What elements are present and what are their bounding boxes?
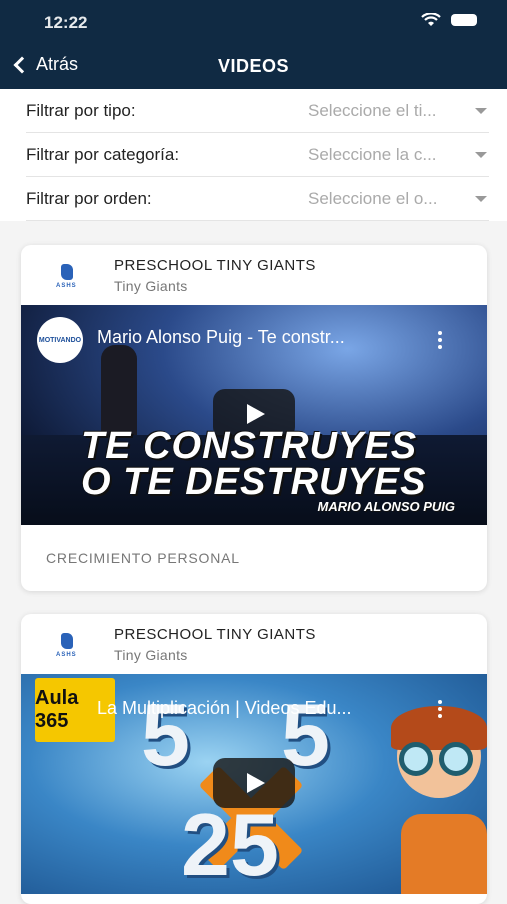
video-number: 25: [181, 795, 279, 894]
card-title: PRESCHOOL TINY GIANTS: [114, 626, 316, 643]
more-options-icon[interactable]: [438, 700, 442, 721]
filter-category-select[interactable]: Seleccione la c...: [308, 145, 488, 165]
filter-category-label: Filtrar por categoría:: [26, 145, 180, 164]
video-overlay-name: MARIO ALONSO PUIG: [317, 499, 455, 514]
school-logo-icon: ASHS: [53, 631, 81, 659]
channel-avatar[interactable]: MOTIVANDO: [37, 317, 83, 363]
video-player[interactable]: 5 5 25 Aula 365 La Multiplicación | Vide…: [21, 674, 487, 894]
card-title: PRESCHOOL TINY GIANTS: [114, 257, 316, 274]
filter-panel: Filtrar por tipo: Seleccione el ti... Fi…: [0, 89, 507, 221]
video-card[interactable]: ASHS PRESCHOOL TINY GIANTS Tiny Giants 5…: [21, 614, 487, 904]
category-label: CRECIMIENTO PERSONAL: [46, 550, 240, 566]
school-logo-icon: ASHS: [53, 262, 81, 290]
video-title[interactable]: La Multiplicación | Videos Edu...: [97, 698, 352, 719]
wifi-icon: [421, 13, 441, 26]
video-player[interactable]: MOTIVANDO Mario Alonso Puig - Te constr.…: [21, 305, 487, 525]
cartoon-character: [391, 706, 487, 894]
video-title[interactable]: Mario Alonso Puig - Te constr...: [97, 327, 345, 348]
battery-icon: [451, 14, 477, 26]
video-overlay-line2: O TE DESTRUYES: [81, 461, 427, 503]
app-header: 12:22 Atrás VIDEOS: [0, 0, 507, 89]
caret-down-icon: [475, 196, 487, 202]
card-subtitle: Tiny Giants: [114, 278, 188, 294]
caret-down-icon: [475, 108, 487, 114]
filter-order-label: Filtrar por orden:: [26, 189, 152, 208]
card-footer: CRECIMIENTO PERSONAL: [21, 525, 487, 591]
filter-type-select[interactable]: Seleccione el ti...: [308, 101, 488, 121]
caret-down-icon: [475, 152, 487, 158]
filter-category-row[interactable]: Filtrar por categoría: Seleccione la c..…: [26, 133, 489, 177]
more-options-icon[interactable]: [438, 331, 442, 352]
play-button[interactable]: [213, 758, 295, 808]
filter-order-row[interactable]: Filtrar por orden: Seleccione el o...: [26, 177, 489, 221]
filter-type-label: Filtrar por tipo:: [26, 101, 136, 120]
navigation-bar: Atrás VIDEOS: [0, 44, 507, 89]
filter-type-row[interactable]: Filtrar por tipo: Seleccione el ti...: [26, 89, 489, 133]
status-icons: [421, 13, 477, 27]
card-subtitle: Tiny Giants: [114, 647, 188, 663]
card-header: ASHS PRESCHOOL TINY GIANTS Tiny Giants: [21, 245, 487, 305]
status-time: 12:22: [44, 13, 88, 32]
video-card[interactable]: ASHS PRESCHOOL TINY GIANTS Tiny Giants M…: [21, 245, 487, 591]
filter-order-select[interactable]: Seleccione el o...: [308, 189, 488, 209]
status-bar: 12:22: [0, 0, 507, 44]
page-title: VIDEOS: [217, 56, 290, 76]
card-header: ASHS PRESCHOOL TINY GIANTS Tiny Giants: [21, 614, 487, 674]
